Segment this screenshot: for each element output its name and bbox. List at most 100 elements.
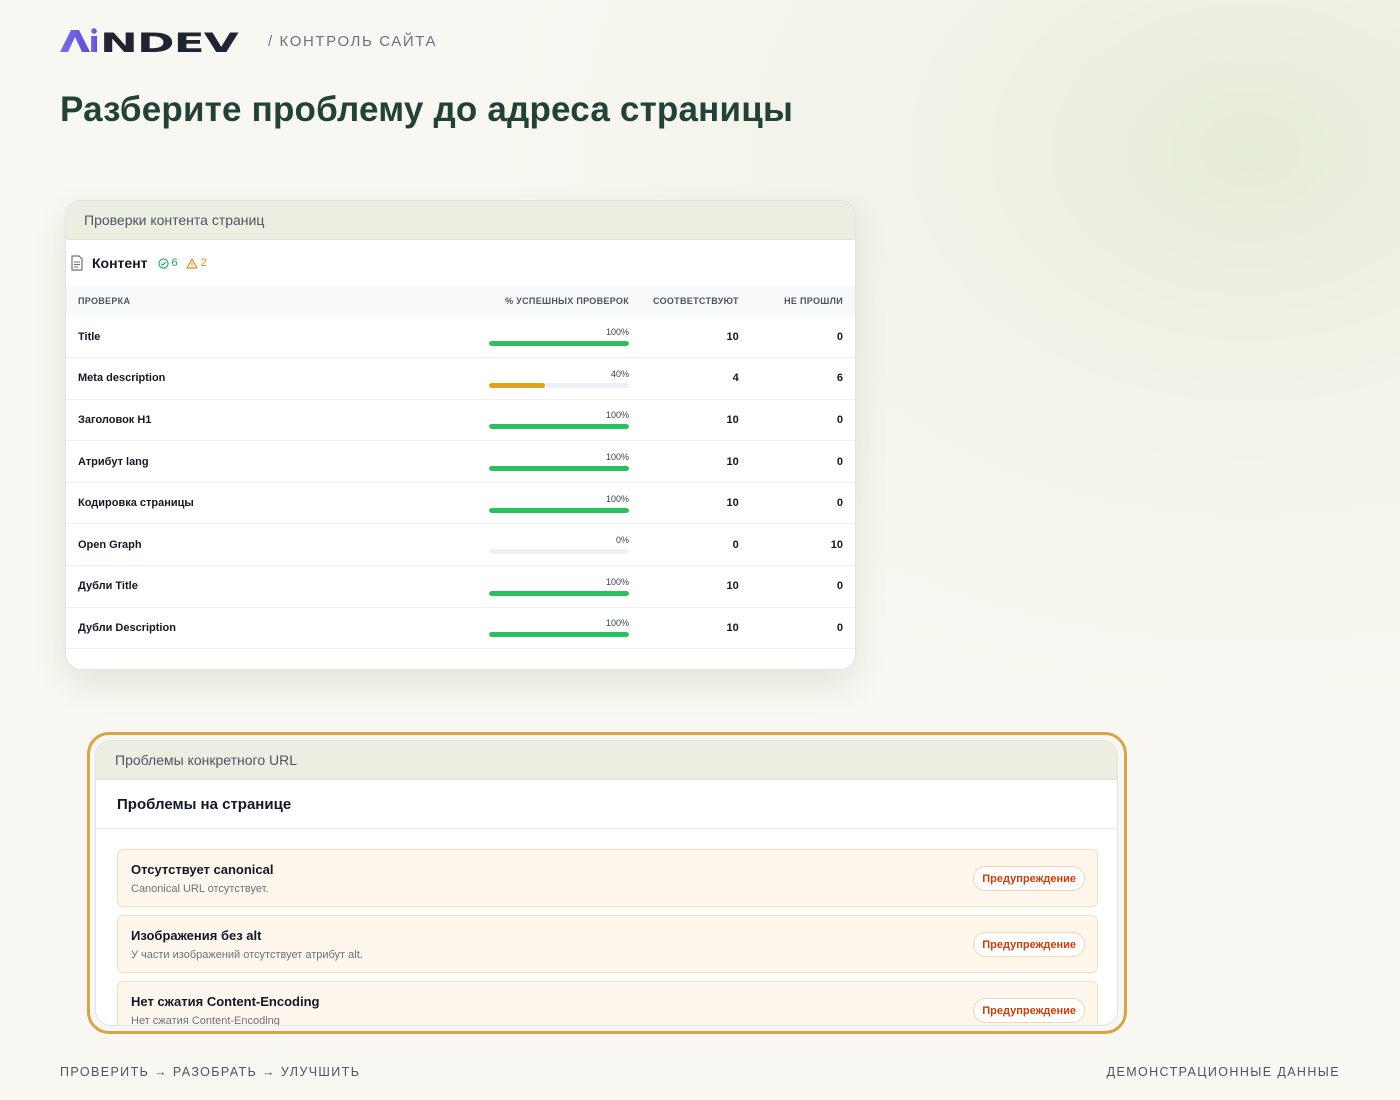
fail-count: 0 [836, 330, 843, 343]
progress-bar-fill [489, 424, 629, 430]
progress-bar [489, 466, 629, 472]
progress-bar-fill [489, 507, 629, 513]
check-name: Дубли Description [78, 621, 176, 634]
percent-cell: 100% [466, 482, 641, 524]
footer-demo-label: ДЕМОНСТРАЦИОННЫЕ ДАННЫЕ [1106, 1065, 1340, 1079]
pass-count: 10 [726, 621, 739, 634]
table-row[interactable]: Дубли Description 100% 10 0 [66, 607, 855, 649]
check-name: Атрибут lang [78, 455, 149, 468]
table-row[interactable]: Open Graph 0% 0 10 [66, 524, 855, 566]
issue-title: Изображения без alt [131, 928, 262, 943]
percent-text: 40% [610, 368, 629, 379]
progress-bar-fill [489, 632, 629, 638]
column-header-fail[interactable]: НЕ ПРОШЛИ [751, 286, 855, 316]
progress-bar [489, 632, 629, 638]
progress-bar [489, 424, 629, 430]
fail-count: 10 [830, 538, 843, 551]
ok-count-badge: 6 [157, 257, 178, 269]
percent-wrap: 40% [489, 369, 629, 388]
progress-bar [489, 382, 629, 388]
warning-badge[interactable]: Предупреждение [973, 932, 1085, 957]
fail-count: 0 [836, 413, 843, 426]
logo[interactable]: NDEV AiNDEV [60, 27, 240, 55]
pass-count: 4 [732, 372, 739, 385]
percent-cell: 0% [466, 524, 641, 566]
content-card-header: Проверки контента страниц [66, 201, 855, 240]
check-name: Title [78, 330, 101, 343]
issue-description: Нет сжатия Content-Encoding [131, 1015, 280, 1026]
issues-list: Отсутствует canonical Canonical URL отсут… [96, 829, 1117, 1026]
column-header-pass[interactable]: СООТВЕТСТВУЮТ [641, 286, 751, 316]
pass-count: 10 [726, 497, 739, 510]
pass-count: 10 [726, 413, 739, 426]
warn-count-badge: 2 [186, 257, 207, 269]
warning-triangle-icon [186, 257, 198, 269]
issue-item[interactable]: Отсутствует canonical Canonical URL отсут… [117, 849, 1098, 907]
progress-bar [489, 341, 629, 347]
percent-wrap: 100% [489, 452, 629, 472]
percent-text: 100% [605, 618, 629, 629]
ok-count: 6 [171, 257, 178, 269]
progress-bar-fill [489, 590, 629, 596]
percent-wrap: 100% [489, 327, 629, 347]
progress-bar [489, 507, 629, 513]
breadcrumb: / КОНТРОЛЬ САЙТА [268, 32, 438, 50]
content-section-header: Контент 6 2 [66, 240, 855, 286]
footer-steps: ПРОВЕРИТЬ → РАЗОБРАТЬ → УЛУЧШИТЬ [60, 1065, 361, 1079]
table-header-row: ПРОВЕРКА % УСПЕШНЫХ ПРОВЕРОК СООТВЕТСТВУ… [66, 286, 855, 316]
percent-cell: 40% [466, 358, 641, 400]
percent-wrap: 100% [489, 618, 629, 638]
issue-title: Нет сжатия Content-Encoding [131, 994, 320, 1009]
percent-text: 100% [605, 576, 629, 587]
logo-mark-icon: NDEV [60, 28, 239, 54]
table-row[interactable]: Meta description 40% 4 6 [66, 358, 855, 400]
svg-text:NDEV: NDEV [100, 28, 239, 54]
table-row[interactable]: Title 100% 10 0 [66, 316, 855, 358]
warn-count: 2 [200, 257, 207, 269]
check-name: Meta description [78, 372, 166, 385]
check-name: Open Graph [78, 538, 142, 551]
checks-table: ПРОВЕРКА % УСПЕШНЫХ ПРОВЕРОК СООТВЕТСТВУ… [66, 286, 855, 649]
fail-count: 0 [836, 497, 843, 510]
pass-count: 10 [726, 580, 739, 593]
progress-bar [489, 549, 629, 555]
progress-bar [489, 590, 629, 596]
table-row[interactable]: Дубли Title 100% 10 0 [66, 566, 855, 608]
progress-bar-fill [489, 466, 629, 472]
fail-count: 0 [836, 455, 843, 468]
warning-badge[interactable]: Предупреждение [973, 998, 1085, 1023]
url-card-header: Проблемы конкретного URL [96, 741, 1117, 780]
percent-cell: 100% [466, 566, 641, 608]
content-checks-card: Проверки контента страниц Контент 6 2 ПР… [65, 200, 856, 670]
url-problems-card: Проблемы конкретного URL Проблемы на стр… [95, 740, 1118, 1026]
percent-text: 100% [605, 410, 629, 421]
issue-item[interactable]: Нет сжатия Content-Encoding Нет сжатия Co… [117, 981, 1098, 1026]
warning-badge[interactable]: Предупреждение [973, 866, 1085, 891]
column-header-check[interactable]: ПРОВЕРКА [66, 286, 466, 316]
percent-text: 100% [605, 452, 629, 463]
percent-text: 100% [605, 493, 629, 504]
problems-title: Проблемы на странице [96, 780, 1117, 829]
percent-wrap: 0% [489, 535, 629, 555]
check-name: Дубли Title [78, 580, 138, 593]
column-header-percent[interactable]: % УСПЕШНЫХ ПРОВЕРОК [466, 286, 641, 316]
percent-cell: 100% [466, 441, 641, 483]
check-name: Кодировка страницы [78, 497, 194, 510]
issue-title: Отсутствует canonical [131, 862, 274, 877]
table-row[interactable]: Кодировка страницы 100% 10 0 [66, 482, 855, 524]
pass-count: 10 [726, 455, 739, 468]
document-icon [71, 255, 83, 271]
percent-text: 100% [605, 327, 629, 338]
percent-wrap: 100% [489, 577, 629, 596]
section-title: Контент [92, 255, 148, 271]
percent-cell: 100% [466, 607, 641, 649]
issue-description: У части изображений отсутствует атрибут … [131, 949, 363, 961]
table-row[interactable]: Атрибут lang 100% 10 0 [66, 441, 855, 483]
check-name: Заголовок H1 [78, 413, 152, 426]
percent-wrap: 100% [489, 410, 629, 430]
table-row[interactable]: Заголовок H1 100% 10 0 [66, 399, 855, 441]
percent-cell: 100% [466, 316, 641, 358]
fail-count: 0 [836, 580, 843, 593]
issue-item[interactable]: Изображения без alt У части изображений о… [117, 915, 1098, 973]
percent-cell: 100% [466, 399, 641, 441]
